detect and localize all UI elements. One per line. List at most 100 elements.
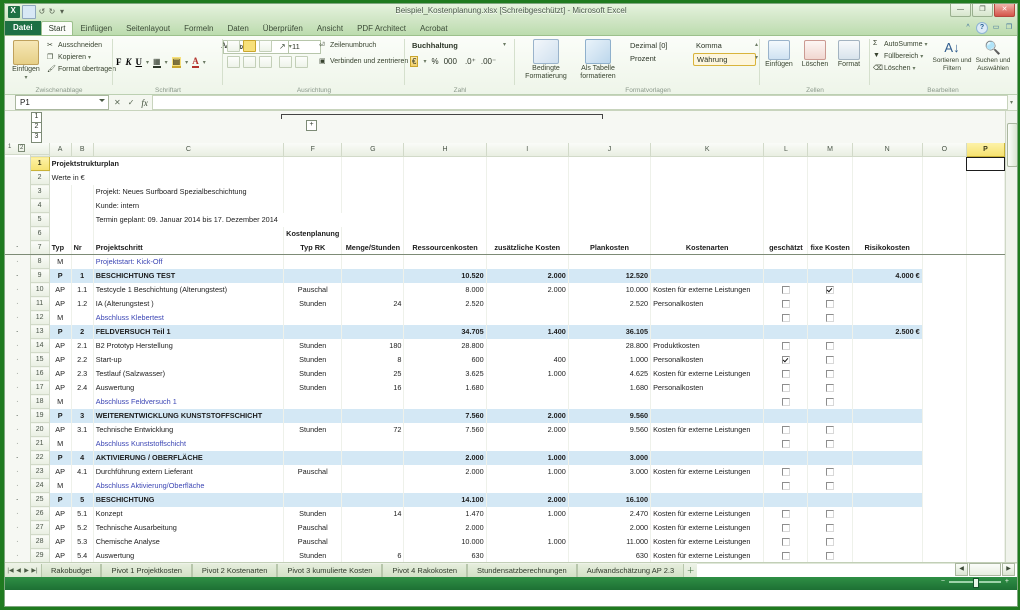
cell-ressourcenkosten[interactable]: 1.470 (403, 506, 487, 521)
outline-toggle[interactable]: - (5, 324, 31, 339)
zoom-out-icon[interactable]: − (941, 578, 945, 585)
cell-risikokosten[interactable] (852, 548, 923, 562)
outline-toggle[interactable]: · (5, 422, 31, 437)
table-row[interactable]: · 15 AP 2.2 Start-up Stunden 8 600 400 1.000 Perso… (5, 352, 1006, 367)
cell-empty[interactable] (966, 520, 1006, 535)
name-box[interactable]: P1 (15, 95, 109, 110)
table-row[interactable]: 1 Projektstrukturplan (5, 156, 1006, 171)
cell-typ-rk[interactable]: Stunden (283, 296, 343, 311)
cell-zusatzkosten[interactable]: 2.000 (486, 268, 569, 283)
col-header-M[interactable]: M (807, 143, 853, 157)
cell-projektschritt[interactable]: BESCHICHTUNG (93, 492, 285, 507)
cell-typ-rk[interactable] (283, 492, 343, 507)
cell-empty[interactable] (922, 478, 967, 493)
cell-customer[interactable]: Kunde: intern (93, 198, 285, 213)
cell-nr[interactable]: 5.2 (71, 520, 94, 535)
checkbox-unchecked[interactable] (781, 342, 790, 351)
cell-zusatzkosten[interactable]: 1.000 (486, 534, 569, 549)
align-top-button[interactable] (227, 40, 240, 52)
cell-menge[interactable] (341, 408, 405, 423)
row-header-6[interactable]: 6 (29, 226, 50, 241)
table-row[interactable]: -7 Typ Nr Projektschritt Typ RK Menge/Stunden… (5, 240, 1006, 255)
cell-typ-rk[interactable]: Stunden (283, 338, 343, 353)
tab-formeln[interactable]: Formeln (177, 22, 220, 35)
cell-plankosten[interactable]: 10.000 (568, 282, 652, 297)
cell-empty[interactable] (966, 450, 1006, 465)
col-header-O[interactable]: O (921, 143, 967, 157)
row-header-3[interactable]: 3 (29, 184, 50, 199)
cell-geschaetzt[interactable] (763, 352, 809, 367)
cell-ressourcenkosten[interactable]: 14.100 (403, 492, 487, 507)
scroll-right-button[interactable]: ▶ (1002, 563, 1015, 576)
cell-geschaetzt[interactable] (763, 394, 809, 409)
cell-kostenart[interactable] (650, 450, 765, 465)
copy-button[interactable]: ❐ Kopieren ▾ (47, 53, 116, 62)
cell-empty[interactable] (922, 380, 967, 395)
thousands-format-icon[interactable]: 000 (444, 57, 457, 66)
outline-toggle[interactable]: · (5, 338, 31, 353)
cell-empty[interactable] (852, 170, 923, 185)
cell-empty[interactable] (763, 212, 809, 227)
sheet-tab-6[interactable]: Stundensatzberechnungen (467, 563, 577, 577)
cell-empty[interactable] (568, 226, 652, 241)
cell-typ-rk[interactable]: Pauschal (283, 520, 343, 535)
cell-typ-rk[interactable] (283, 268, 343, 283)
cell-zusatzkosten[interactable] (486, 478, 569, 493)
col-header-G[interactable]: G (341, 143, 405, 157)
cell-nr[interactable]: 5.3 (71, 534, 94, 549)
cell-empty[interactable] (922, 366, 967, 381)
checkbox-unchecked[interactable] (826, 356, 834, 365)
cell-risikokosten[interactable] (852, 478, 923, 493)
cell-plankosten[interactable]: 2.470 (568, 506, 652, 521)
checkbox-unchecked[interactable] (781, 426, 790, 435)
col-ressourcenkosten[interactable]: Ressourcenkosten (403, 240, 487, 255)
col-kostenarten[interactable]: Kostenarten (650, 240, 765, 255)
cell-empty[interactable] (966, 268, 1006, 283)
checkbox-unchecked[interactable] (781, 370, 790, 379)
cell-style-komma[interactable]: Komma (693, 40, 754, 51)
table-row[interactable]: -9 P 1 BESCHICHTUNG TEST 10.520 2.000 12.520 4.… (5, 268, 1006, 283)
align-middle-button[interactable] (243, 40, 256, 52)
cell-empty[interactable] (568, 184, 652, 199)
cell-menge[interactable] (341, 492, 405, 507)
cell-plankosten[interactable] (568, 394, 652, 409)
cell-zusatzkosten[interactable] (486, 338, 569, 353)
cell-empty[interactable] (922, 422, 967, 437)
table-row[interactable]: · 10 AP 1.1 Testcycle 1 Beschichtung (Alteru… (5, 282, 1006, 297)
cell-typ[interactable]: AP (49, 366, 72, 381)
cell-risikokosten[interactable] (852, 254, 923, 269)
cell-geschaetzt[interactable] (763, 296, 809, 311)
cell-nr[interactable]: 2.2 (71, 352, 94, 367)
cell-zusatzkosten[interactable] (486, 296, 569, 311)
cell-ressourcenkosten[interactable]: 2.000 (403, 520, 487, 535)
window-minimize-small-icon[interactable]: ▭ (991, 23, 1001, 33)
cell-projektschritt[interactable]: Testlauf (Salzwasser) (93, 366, 285, 381)
cell-empty[interactable] (807, 184, 853, 199)
cell-risikokosten[interactable] (852, 282, 923, 297)
minimize-button[interactable]: — (950, 4, 971, 17)
tab-einfuegen[interactable]: Einfügen (73, 22, 119, 35)
cell-empty[interactable] (966, 338, 1006, 353)
cell-plankosten[interactable]: 2.520 (568, 296, 652, 311)
cell-empty[interactable] (922, 492, 967, 507)
outline-col-level-2[interactable]: 2 (18, 144, 26, 152)
table-row[interactable]: · 29 AP 5.4 Auswertung Stunden 6 630 630 Kosten f… (5, 548, 1006, 562)
cell-geschaetzt[interactable] (763, 254, 809, 269)
table-row[interactable]: 4 Kunde: intern (5, 198, 1006, 213)
italic-button[interactable]: K (126, 57, 132, 67)
cell-zusatzkosten[interactable]: 2.000 (486, 408, 569, 423)
cell-nr[interactable]: 3.1 (71, 422, 94, 437)
checkbox-unchecked[interactable] (781, 384, 790, 393)
checkbox-unchecked[interactable] (781, 468, 790, 477)
cell-kostenart[interactable]: Personalkosten (650, 380, 765, 395)
window-restore-small-icon[interactable]: ❐ (1004, 23, 1014, 33)
checkbox-unchecked[interactable] (826, 482, 834, 491)
outline-toggle[interactable]: · (5, 436, 31, 451)
cell-typ[interactable]: M (49, 394, 72, 409)
align-center-button[interactable] (243, 56, 256, 68)
cell-menge[interactable]: 25 (341, 366, 405, 381)
cell-menge[interactable]: 24 (341, 296, 405, 311)
outline-toggle[interactable]: - (5, 268, 31, 283)
cell-empty[interactable] (966, 198, 1006, 213)
cell-fixe-kosten[interactable] (807, 520, 853, 535)
